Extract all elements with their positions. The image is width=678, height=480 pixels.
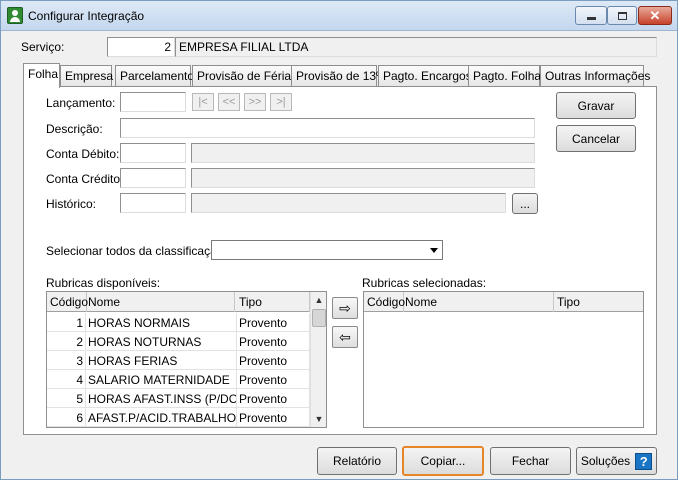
row-code: 2	[47, 332, 86, 351]
gravar-button[interactable]: Gravar	[556, 92, 636, 119]
solucoes-button[interactable]: Soluções ?	[576, 447, 657, 475]
tab-parcelamento[interactable]: Parcelamento	[115, 65, 194, 86]
row-code: 6	[47, 408, 86, 427]
row-name: HORAS NOTURNAS	[86, 332, 237, 351]
fechar-button[interactable]: Fechar	[490, 447, 571, 475]
historico-lookup-button[interactable]: ...	[512, 193, 538, 214]
conta-credito-label: Conta Crédito:	[46, 172, 124, 186]
scroll-up-icon[interactable]: ▲	[311, 292, 326, 308]
minimize-icon	[586, 17, 596, 20]
table-row[interactable]: 5HORAS AFAST.INSS (P/DOENProvento	[47, 389, 310, 408]
row-name: AFAST.P/ACID.TRABALHO	[86, 408, 237, 427]
row-tipo: Provento	[237, 389, 310, 408]
minimize-button[interactable]	[575, 6, 607, 25]
scroll-down-icon[interactable]: ▼	[311, 411, 326, 427]
selected-grid-header: Código Nome Tipo	[364, 292, 643, 312]
tab-folha[interactable]: Folha	[23, 63, 60, 88]
col-tipo[interactable]: Tipo	[236, 292, 310, 312]
row-tipo: Provento	[237, 332, 310, 351]
solucoes-label: Soluções	[580, 454, 631, 468]
nav-last-button[interactable]: >|	[270, 93, 292, 111]
table-row[interactable]: 6 AFAST.P/ACID.TRABALHO Provento	[47, 408, 310, 427]
row-code: 3	[47, 351, 86, 370]
help-icon: ?	[635, 452, 653, 470]
descricao-label: Descrição:	[46, 122, 103, 136]
nav-next-button[interactable]: >>	[244, 93, 266, 111]
conta-credito-input[interactable]	[120, 168, 186, 188]
available-grid-header: Código Nome Tipo	[47, 292, 326, 312]
historico-desc	[191, 193, 506, 213]
conta-credito-desc	[191, 168, 535, 188]
nav-prev-button[interactable]: <<	[218, 93, 240, 111]
app-user-icon	[7, 7, 23, 24]
arrow-left-icon: ⇦	[339, 328, 351, 345]
table-row[interactable]: 1 HORAS NORMAIS Provento	[47, 313, 310, 332]
window-title: Configurar Integração	[28, 9, 145, 23]
conta-debito-input[interactable]	[120, 143, 186, 163]
servico-label: Serviço:	[21, 40, 65, 54]
available-scrollbar[interactable]: ▲ ▼	[310, 292, 326, 427]
col-codigo[interactable]: Código	[364, 292, 405, 312]
scroll-thumb[interactable]	[312, 309, 326, 327]
row-tipo: Provento	[237, 313, 310, 332]
maximize-button[interactable]	[607, 6, 637, 25]
maximize-icon	[617, 11, 627, 20]
lancamento-input[interactable]	[120, 92, 186, 112]
tab-pagto-folha[interactable]: Pagto. Folha	[468, 65, 541, 86]
table-row[interactable]: 4 SALARIO MATERNIDADE Provento	[47, 370, 310, 389]
tab-pagto-encargos[interactable]: Pagto. Encargos	[378, 65, 472, 86]
row-name: HORAS FERIAS	[86, 351, 237, 370]
row-code: 4	[47, 370, 86, 389]
available-grid[interactable]: Código Nome Tipo 1 HORAS NORMAIS Provento 2…	[46, 291, 327, 428]
tab-outras-informacoes[interactable]: Outras Informações	[540, 65, 650, 86]
lancamento-label: Lançamento:	[46, 96, 116, 110]
descricao-input[interactable]	[120, 118, 535, 138]
close-button[interactable]: ✕	[638, 6, 672, 25]
cancelar-button[interactable]: Cancelar	[556, 125, 636, 152]
row-name: HORAS NORMAIS	[86, 313, 237, 332]
arrow-right-icon: ⇨	[339, 299, 351, 316]
classificacao-select[interactable]	[211, 240, 443, 260]
table-row[interactable]: 3 HORAS FERIAS Provento	[47, 351, 310, 370]
row-code: 5	[47, 389, 86, 408]
row-code: 1	[47, 313, 86, 332]
row-tipo: Provento	[237, 408, 310, 427]
tab-provisao-ferias[interactable]: Provisão de Férias	[192, 65, 297, 86]
row-name: SALARIO MATERNIDADE	[86, 370, 237, 389]
copiar-button[interactable]: Copiar...	[402, 446, 484, 476]
close-icon: ✕	[649, 8, 661, 23]
tab-empresa[interactable]: Empresa	[60, 65, 113, 86]
col-nome[interactable]: Nome	[85, 292, 235, 312]
move-left-button[interactable]: ⇦	[332, 326, 358, 348]
title-bar: Configurar Integração ✕	[1, 1, 677, 31]
row-tipo: Provento	[237, 351, 310, 370]
row-name: HORAS AFAST.INSS (P/DOEN	[86, 389, 237, 408]
chevron-down-icon[interactable]	[426, 242, 441, 258]
table-row[interactable]: 2 HORAS NOTURNAS Provento	[47, 332, 310, 351]
selecionar-label: Selecionar todos da classificação:	[46, 244, 227, 258]
selected-grid[interactable]: Código Nome Tipo	[363, 291, 644, 428]
available-label: Rubricas disponíveis:	[46, 276, 161, 290]
row-tipo: Provento	[237, 370, 310, 389]
servico-code-input[interactable]: 2	[107, 37, 175, 57]
nav-first-button[interactable]: |<	[192, 93, 214, 111]
tab-provisao-13[interactable]: Provisão de 13º	[291, 65, 380, 86]
col-codigo[interactable]: Código	[47, 292, 88, 312]
configurar-integracao-window: Configurar Integração ✕ Serviço: 2 EMPRE…	[0, 0, 678, 480]
conta-debito-desc	[191, 143, 535, 163]
relatorio-button[interactable]: Relatório	[317, 447, 397, 475]
col-tipo[interactable]: Tipo	[554, 292, 643, 312]
conta-debito-label: Conta Débito:	[46, 147, 120, 161]
col-nome[interactable]: Nome	[402, 292, 554, 312]
move-right-button[interactable]: ⇨	[332, 297, 358, 319]
selected-label: Rubricas selecionadas:	[362, 276, 487, 290]
historico-label: Histórico:	[46, 197, 97, 211]
servico-name-field: EMPRESA FILIAL LTDA	[175, 37, 657, 57]
historico-input[interactable]	[120, 193, 186, 213]
